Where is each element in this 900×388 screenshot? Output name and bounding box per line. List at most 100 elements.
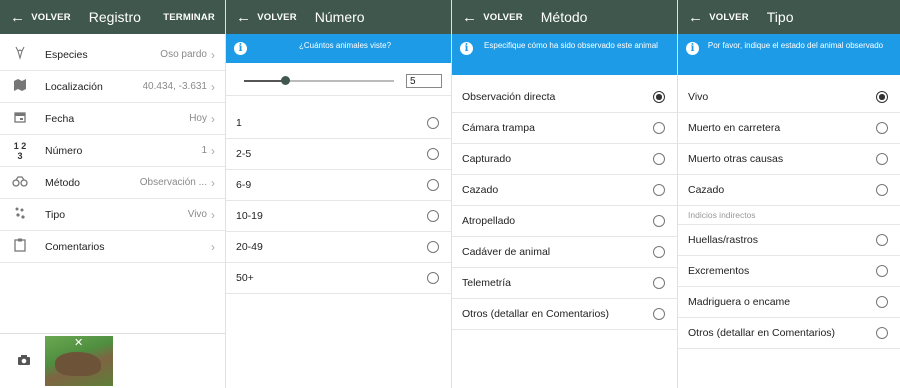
calendar-icon: [10, 110, 30, 127]
option-row[interactable]: Huellas/rastros: [678, 225, 900, 256]
option-row[interactable]: Cámara trampa: [452, 113, 677, 144]
registro-item-metodo[interactable]: Método Observación ... ›: [0, 167, 225, 199]
radio-button[interactable]: [653, 308, 665, 320]
arrow-left-icon: ←: [236, 8, 252, 26]
numbers-icon: 1 2 3: [13, 140, 27, 161]
radio-button-selected[interactable]: [653, 91, 665, 103]
option-row[interactable]: 50+: [226, 263, 451, 294]
item-label: Método: [45, 176, 81, 189]
radio-button[interactable]: [653, 122, 665, 134]
chevron-right-icon: ›: [211, 175, 215, 190]
radio-button[interactable]: [427, 272, 439, 284]
radio-button[interactable]: [427, 241, 439, 253]
option-row[interactable]: Cadáver de animal: [452, 237, 677, 268]
radio-button[interactable]: [427, 117, 439, 129]
info-text: ¿Cuántos animales viste?: [298, 41, 392, 50]
back-button[interactable]: ← VOLVER: [0, 10, 71, 25]
close-icon[interactable]: ✕: [74, 336, 83, 349]
count-slider[interactable]: [244, 76, 394, 85]
page-title: Tipo: [766, 9, 794, 25]
radio-button[interactable]: [653, 215, 665, 227]
back-button[interactable]: ← VOLVER: [226, 10, 297, 25]
registro-item-localizacion[interactable]: Localización 40.434, -3.631 ›: [0, 71, 225, 103]
radio-button[interactable]: [653, 153, 665, 165]
registro-item-comentarios[interactable]: Comentarios ›: [0, 231, 225, 263]
deer-icon: [10, 46, 30, 63]
option-row[interactable]: 2-5: [226, 139, 451, 170]
option-row[interactable]: 20-49: [226, 232, 451, 263]
option-label: Madriguera o encame: [688, 296, 791, 308]
clipboard-icon: [10, 238, 30, 255]
option-row[interactable]: Excrementos: [678, 256, 900, 287]
option-row[interactable]: Muerto otras causas: [678, 144, 900, 175]
bear-photo-thumbnail[interactable]: ✕: [45, 336, 113, 386]
option-row[interactable]: Cazado: [452, 175, 677, 206]
option-row[interactable]: Otros (detallar en Comentarios): [452, 299, 677, 330]
info-icon: i: [234, 42, 247, 55]
slider-fill: [244, 80, 285, 82]
option-row[interactable]: Vivo: [678, 82, 900, 113]
option-label: 6-9: [236, 179, 252, 191]
back-label: VOLVER: [257, 11, 297, 23]
radio-button[interactable]: [427, 210, 439, 222]
registro-item-numero[interactable]: 1 2 3 Número 1 ›: [0, 135, 225, 167]
page-title: Método: [540, 9, 588, 25]
option-label: Muerto otras causas: [688, 153, 784, 165]
radio-button[interactable]: [876, 296, 888, 308]
radio-button[interactable]: [653, 246, 665, 258]
radio-button[interactable]: [876, 265, 888, 277]
option-row[interactable]: Cazado: [678, 175, 900, 206]
option-row[interactable]: 10-19: [226, 201, 451, 232]
chevron-right-icon: ›: [211, 79, 215, 94]
camera-icon[interactable]: [17, 354, 31, 369]
radio-button[interactable]: [876, 122, 888, 134]
item-label: Fecha: [45, 112, 75, 125]
option-label: 20-49: [236, 241, 263, 253]
count-input[interactable]: 5: [406, 74, 442, 88]
back-button[interactable]: ← VOLVER: [452, 10, 523, 25]
option-row[interactable]: Atropellado: [452, 206, 677, 237]
option-label: Observación directa: [462, 91, 556, 103]
radio-button[interactable]: [653, 184, 665, 196]
info-text: Por favor, indique el estado del animal …: [707, 41, 884, 50]
finish-button[interactable]: TERMINAR: [163, 12, 215, 23]
radio-button[interactable]: [653, 277, 665, 289]
option-label: 1: [236, 117, 242, 129]
metodo-topbar: ← VOLVER Método: [452, 0, 677, 34]
radio-button[interactable]: [876, 327, 888, 339]
option-row[interactable]: Telemetría: [452, 268, 677, 299]
registro-item-tipo[interactable]: Tipo Vivo ›: [0, 199, 225, 231]
option-label: Cámara trampa: [462, 122, 535, 134]
chevron-right-icon: ›: [211, 239, 215, 254]
option-row[interactable]: Capturado: [452, 144, 677, 175]
radio-button[interactable]: [876, 153, 888, 165]
radio-button[interactable]: [876, 184, 888, 196]
numero-screen: ← VOLVER Número i ¿Cuántos animales vist…: [226, 0, 452, 388]
back-button[interactable]: ← VOLVER: [678, 10, 749, 25]
registro-item-especies[interactable]: Especies Oso pardo ›: [0, 39, 225, 71]
chevron-right-icon: ›: [211, 143, 215, 158]
registro-item-fecha[interactable]: Fecha Hoy ›: [0, 103, 225, 135]
radio-button[interactable]: [427, 148, 439, 160]
registro-screen: ← VOLVER Registro TERMINAR Especies Oso …: [0, 0, 226, 388]
slider-handle[interactable]: [280, 76, 290, 85]
option-row[interactable]: Observación directa: [452, 82, 677, 113]
option-label: Excrementos: [688, 265, 750, 277]
item-value: Vivo: [187, 209, 207, 220]
option-label: 50+: [236, 272, 254, 284]
info-icon: i: [460, 42, 473, 55]
radio-button-selected[interactable]: [876, 91, 888, 103]
item-value: Hoy: [189, 113, 207, 124]
option-row[interactable]: Madriguera o encame: [678, 287, 900, 318]
option-label: Otros (detallar en Comentarios): [462, 308, 610, 320]
option-row[interactable]: 6-9: [226, 170, 451, 201]
option-row[interactable]: 1: [226, 108, 451, 139]
option-row[interactable]: Otros (detallar en Comentarios): [678, 318, 900, 349]
option-row[interactable]: Muerto en carretera: [678, 113, 900, 144]
arrow-left-icon: ←: [462, 8, 478, 26]
radio-button[interactable]: [427, 179, 439, 191]
radio-button[interactable]: [876, 234, 888, 246]
option-label: Telemetría: [462, 277, 512, 289]
option-label: Muerto en carretera: [688, 122, 781, 134]
numero-topbar: ← VOLVER Número: [226, 0, 451, 34]
